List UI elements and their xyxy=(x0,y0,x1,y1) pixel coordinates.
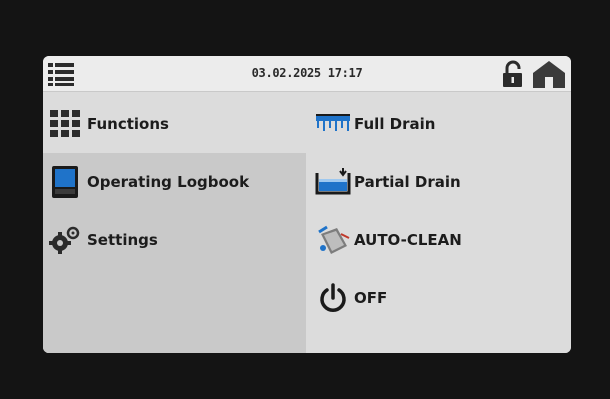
partial-drain-icon xyxy=(312,162,354,202)
menu-item-operating-logbook[interactable]: Operating Logbook xyxy=(43,153,306,211)
action-off[interactable]: OFF xyxy=(306,269,571,327)
header-bar: 03.02.2025 17:17 xyxy=(43,56,571,92)
action-list: Full Drain Partial Drain AUTO-CLEAN OFF xyxy=(306,93,571,353)
datetime-display: 03.02.2025 17:17 xyxy=(251,66,363,80)
action-full-drain[interactable]: Full Drain xyxy=(306,95,571,153)
device-frame: 03.02.2025 17:17 Functions Operating Log… xyxy=(0,0,610,399)
home-icon[interactable] xyxy=(531,59,567,89)
menu-item-label: Settings xyxy=(87,231,158,249)
left-menu: Functions Operating Logbook Settings xyxy=(43,93,306,353)
action-label: Partial Drain xyxy=(354,173,461,191)
action-auto-clean[interactable]: AUTO-CLEAN xyxy=(306,211,571,269)
touch-screen: 03.02.2025 17:17 Functions Operating Log… xyxy=(43,56,571,353)
menu-item-label: Operating Logbook xyxy=(87,173,250,191)
action-label: OFF xyxy=(354,289,388,307)
unlocked-padlock-icon[interactable] xyxy=(501,60,527,88)
full-drain-icon xyxy=(312,104,354,144)
gears-icon xyxy=(45,220,85,260)
menu-item-functions[interactable]: Functions xyxy=(43,95,306,153)
auto-clean-icon xyxy=(312,220,354,260)
action-label: Full Drain xyxy=(354,115,436,133)
logbook-icon xyxy=(45,162,85,202)
action-label: AUTO-CLEAN xyxy=(354,231,462,249)
action-partial-drain[interactable]: Partial Drain xyxy=(306,153,571,211)
power-icon xyxy=(312,278,354,318)
menu-item-settings[interactable]: Settings xyxy=(43,211,306,269)
grid-icon xyxy=(45,104,85,144)
menu-item-label: Functions xyxy=(87,115,169,133)
